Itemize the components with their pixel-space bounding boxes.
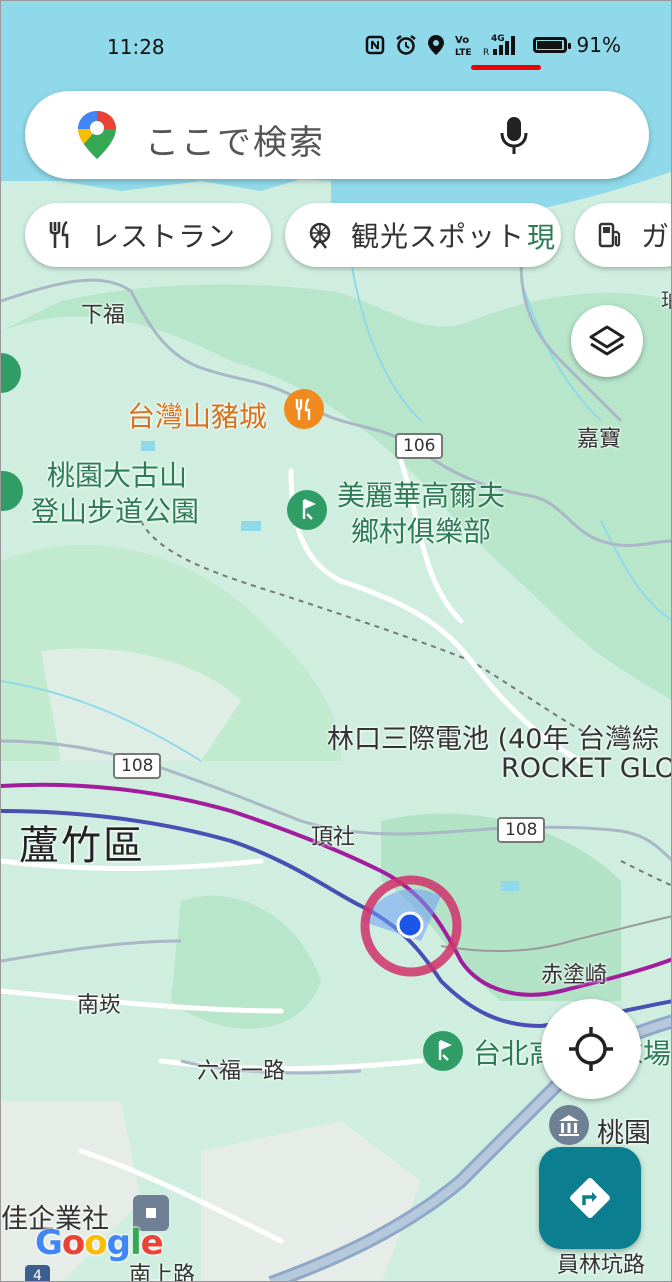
place-label-golf-1[interactable]: 美麗華高爾夫 [337,479,505,513]
golf-poi-icon[interactable] [287,490,327,530]
layers-icon [589,325,625,356]
search-input[interactable]: ここで検索 [145,115,325,164]
svg-text:4G: 4G [491,34,505,44]
road-label-yuanlin: 員林坑路 [557,1253,646,1278]
place-label-dingshe[interactable]: 頂社 [311,819,355,851]
restaurant-poi-icon[interactable] [284,389,324,429]
chip-gas[interactable]: ガ [575,203,671,267]
chip-restaurants[interactable]: レストラン [25,203,271,267]
chip-attractions-label: 観光スポット [351,220,526,253]
district-label-luzhu: 蘆竹區 [19,823,145,869]
chip-attractions[interactable]: 観光スポット [285,203,561,267]
search-bar[interactable]: ここで検索 [25,91,649,179]
status-icons: Vo LTE 4G R 91% [365,33,621,57]
place-label-golf-2[interactable]: 鄉村俱樂部 [351,515,491,549]
crosshair-icon [569,1027,613,1071]
road-shield-108-west: 108 [113,753,162,779]
golf-poi-icon-2[interactable] [423,1031,463,1071]
status-time: 11:28 [107,35,165,59]
place-label-edge: 現 [527,221,556,254]
place-label-rocket-2[interactable]: ROCKET GLO [501,753,671,784]
place-label-nankan[interactable]: 南崁 [77,987,121,1019]
volte-icon: Vo LTE [455,35,472,57]
road-shield-106: 106 [395,433,444,459]
place-label-chituqi[interactable]: 赤塗崎 [541,957,607,989]
gas-station-icon [598,222,621,248]
road-shield-108-east: 108 [497,817,546,843]
attractions-icon [309,222,331,249]
place-label-xiafu[interactable]: 下福 [81,297,125,329]
svg-text:R: R [483,48,489,57]
place-label-taoyuan[interactable]: 桃園 [597,1111,651,1150]
location-icon [427,35,444,55]
chip-restaurants-label: レストラン [91,220,237,253]
road-label-liufu: 六福一路 [197,1059,286,1084]
signal-4g-icon: 4GR [483,34,515,57]
place-label-rocket-1[interactable]: 林口三際電池 (40年 台灣綜 [327,717,659,756]
place-label-jiabao[interactable]: 嘉寶 [577,421,621,453]
signal-highlight-underline [471,65,541,70]
map-screen: 11:28 Vo LTE 4G R 91% ここで検索 レストラン 観光スポット… [0,0,672,1282]
place-label-pig-castle[interactable]: 台灣山豬城 [127,395,267,435]
battery-percent: 91% [576,33,621,57]
road-shield-4: 4 [25,1265,50,1281]
microphone-icon[interactable] [499,115,529,155]
battery-icon [532,37,571,53]
chip-gas-label: ガ [641,220,671,253]
restaurant-icon [49,220,69,248]
svg-text:LTE: LTE [455,48,472,57]
directions-button[interactable] [539,1147,641,1249]
svg-text:Vo: Vo [455,35,469,46]
place-label-edge-2: 珀 [661,284,671,313]
nfc-icon [365,35,384,55]
google-logo: Google [35,1223,164,1263]
alarm-icon [395,35,416,55]
google-maps-logo-icon [78,111,116,159]
my-location-button[interactable] [541,999,641,1099]
directions-icon [570,1178,610,1218]
place-label-trail-2[interactable]: 登山步道公園 [31,495,199,529]
museum-poi-icon[interactable] [549,1105,589,1145]
status-bar: 11:28 Vo LTE 4G R 91% [1,1,671,91]
place-label-trail-1[interactable]: 桃園大古山 [47,459,187,493]
current-location-dot [396,911,424,939]
layers-button[interactable] [571,305,643,377]
